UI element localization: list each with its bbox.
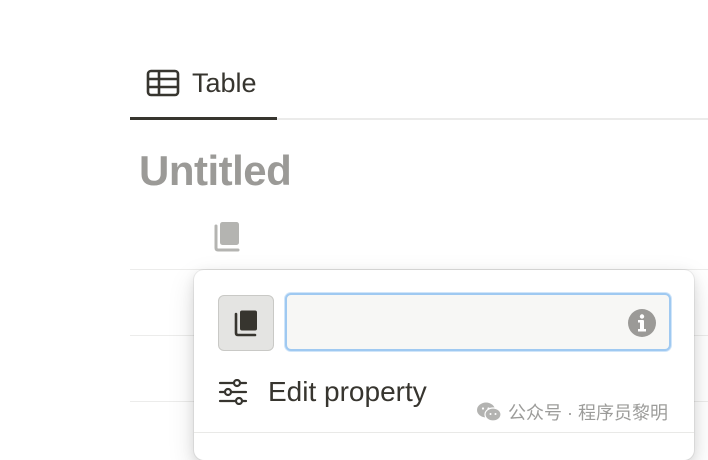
watermark: 公众号 · 程序员黎明 [476,398,668,426]
menu-divider [194,432,694,433]
edit-property-label: Edit property [268,376,427,407]
edit-property-item[interactable]: Edit property [218,372,458,412]
page-title[interactable]: Untitled [139,144,292,198]
property-name-input[interactable] [285,293,671,351]
table-icon [146,68,180,98]
sliders-icon [218,379,248,405]
property-icon-button[interactable] [218,295,274,351]
info-icon[interactable] [627,308,657,338]
page-icon[interactable] [212,220,242,252]
watermark-text: 公众号 · 程序员黎明 [508,403,668,423]
tab-table[interactable]: Table [130,58,277,120]
property-menu: Edit property [194,270,694,460]
tab-table-label: Table [192,68,257,98]
tab-bar-divider [277,118,708,120]
page-icon [233,309,259,337]
wechat-icon [476,401,502,423]
